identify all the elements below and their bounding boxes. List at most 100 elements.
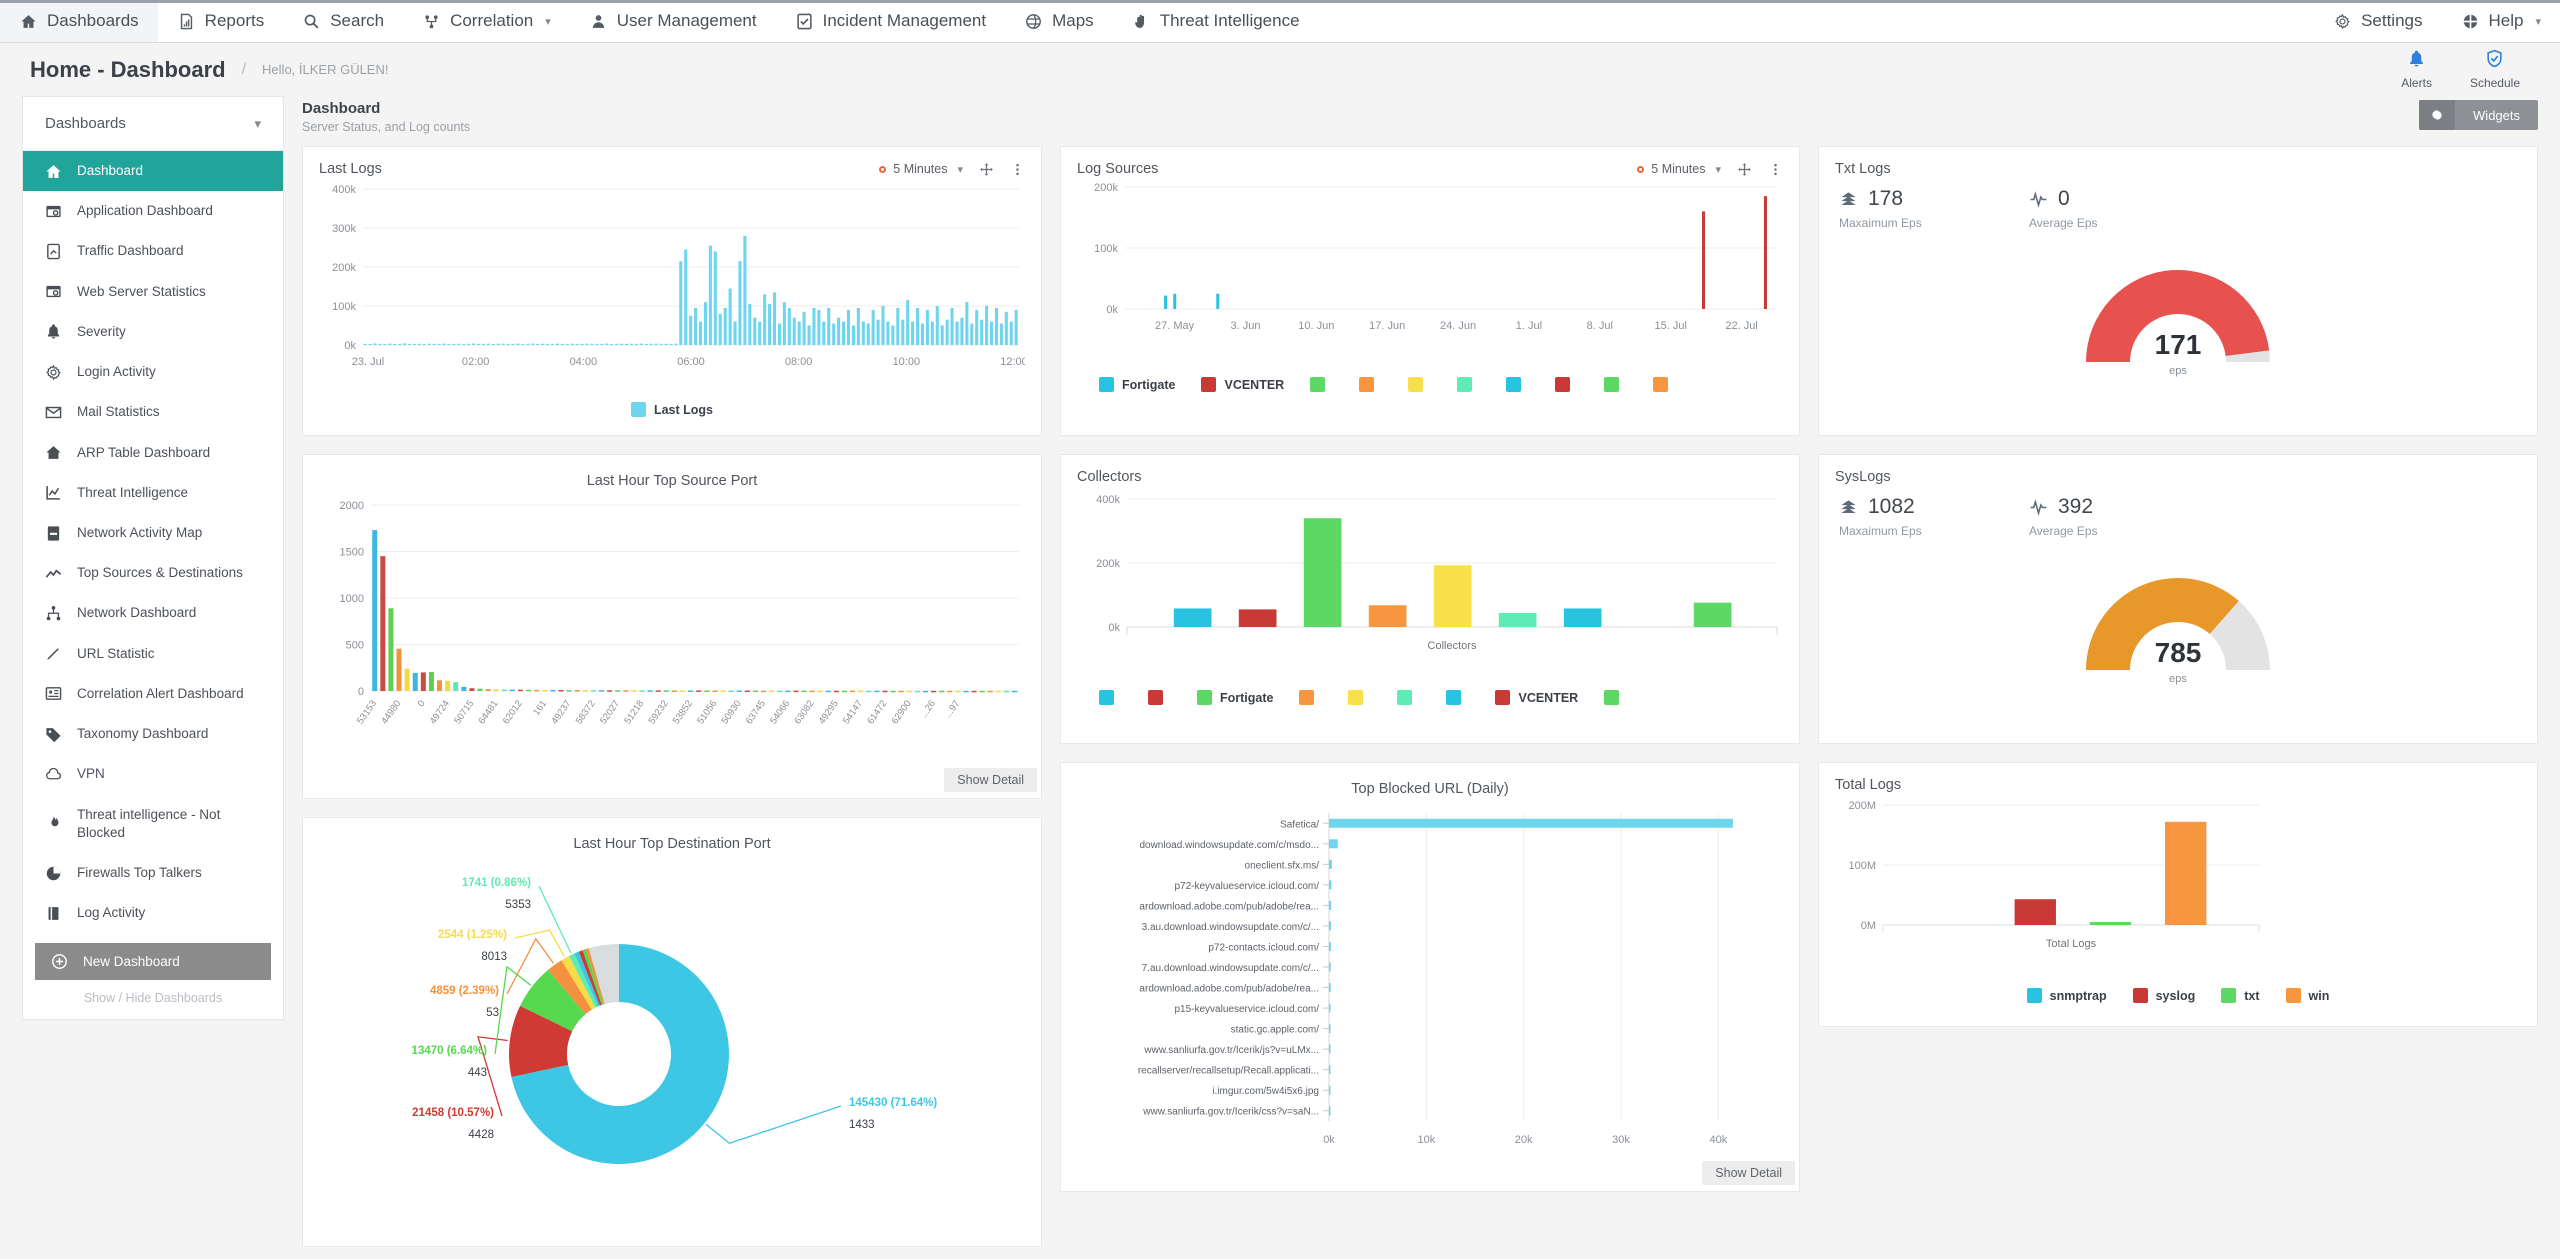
sidebar-item-threat-intelligence[interactable]: Threat Intelligence <box>23 473 283 513</box>
nav-item-reports[interactable]: Reports <box>158 0 284 42</box>
time-range-selector[interactable]: 5 Minutes ▾ <box>879 162 963 176</box>
sidebar-item-web-server-statistics[interactable]: Web Server Statistics <box>23 272 283 312</box>
widget-title: Collectors <box>1077 469 1142 485</box>
widget-grid: Last Logs 5 Minutes ▾ 0k 100k 200k 300k 400k… <box>302 146 2538 1247</box>
move-widget-icon[interactable] <box>1737 162 1752 177</box>
widget-menu-icon[interactable] <box>1010 162 1025 177</box>
sidebar-item-network-activity-map[interactable]: Network Activity Map <box>23 513 283 553</box>
svg-text:54066: 54066 <box>768 698 792 726</box>
time-range-label: 5 Minutes <box>893 162 948 176</box>
alerts-button[interactable]: Alerts <box>2401 49 2432 90</box>
widget-title: SysLogs <box>1835 469 1891 485</box>
svg-text:04:00: 04:00 <box>570 356 598 368</box>
legend-item[interactable] <box>1148 690 1171 705</box>
fire-icon <box>43 815 63 832</box>
sidebar-header[interactable]: Dashboards ▾ <box>23 97 283 151</box>
legend-item[interactable] <box>1299 690 1322 705</box>
widget-column-right: Txt Logs 178 Maxaimum Eps 0 Average Eps … <box>1818 146 2538 1247</box>
legend-item[interactable]: VCENTER <box>1495 690 1578 705</box>
main-content: Dashboard Server Status, and Log counts … <box>302 96 2538 1259</box>
sidebar-item-threat-intelligence-not-blocked[interactable]: Threat intelligence - Not Blocked <box>23 795 283 853</box>
legend-item[interactable] <box>1348 690 1371 705</box>
legend-item[interactable] <box>1604 690 1627 705</box>
sidebar-item-login-activity[interactable]: Login Activity <box>23 352 283 392</box>
nav-item-incident-management[interactable]: Incident Management <box>776 0 1006 42</box>
nav-label: Search <box>330 11 385 30</box>
doc-icon <box>43 525 63 542</box>
legend-item[interactable]: syslog <box>2132 988 2195 1003</box>
legend-item[interactable]: txt <box>2221 988 2260 1003</box>
help-icon <box>2461 12 2480 31</box>
nav-item-threat-intelligence[interactable]: Threat Intelligence <box>1113 0 1319 42</box>
max-eps-icon <box>1839 190 1858 209</box>
nav-item-user-management[interactable]: User Management <box>570 0 776 42</box>
show-hide-dashboards-link[interactable]: Show / Hide Dashboards <box>23 986 283 1019</box>
widget-menu-icon[interactable] <box>1768 162 1783 177</box>
legend-item[interactable]: Fortigate <box>1099 377 1175 392</box>
legend-swatch <box>2132 988 2148 1003</box>
nav-label: Threat Intelligence <box>1159 11 1300 30</box>
schedule-button[interactable]: Schedule <box>2470 49 2520 90</box>
home-icon <box>19 12 38 31</box>
pen-icon <box>43 645 63 662</box>
chevron-down-icon[interactable]: ▾ <box>254 116 261 132</box>
svg-text:30k: 30k <box>1612 1134 1630 1146</box>
widgets-button[interactable]: Widgets <box>2419 100 2538 130</box>
nav-item-help[interactable]: Help ▾ <box>2442 0 2560 42</box>
new-dashboard-button[interactable]: New Dashboard <box>35 943 271 981</box>
legend-item[interactable]: win <box>2285 988 2329 1003</box>
sidebar-item-top-sources-destinations[interactable]: Top Sources & Destinations <box>23 553 283 593</box>
nav-item-settings[interactable]: Settings <box>2314 0 2441 42</box>
legend-item[interactable] <box>1310 377 1333 392</box>
legend-item[interactable] <box>1397 690 1420 705</box>
sidebar-item-url-statistic[interactable]: URL Statistic <box>23 634 283 674</box>
sidebar-item-mail-statistics[interactable]: Mail Statistics <box>23 392 283 432</box>
nav-item-correlation[interactable]: Correlation ▾ <box>403 0 570 42</box>
legend-item[interactable]: VCENTER <box>1201 377 1284 392</box>
legend-item[interactable] <box>1653 377 1676 392</box>
sidebar-item-taxonomy-dashboard[interactable]: Taxonomy Dashboard <box>23 714 283 754</box>
legend-item[interactable] <box>1359 377 1382 392</box>
svg-text:0k: 0k <box>1106 304 1118 316</box>
nav-item-dashboards[interactable]: Dashboards <box>0 0 158 42</box>
legend-item[interactable] <box>1506 377 1529 392</box>
time-range-selector[interactable]: 5 Minutes ▾ <box>1637 162 1721 176</box>
move-widget-icon[interactable] <box>979 162 994 177</box>
chart-log-sources: 0k 100k 200k 27. May 3. Jun 10. Jun 17. Jun 24.… <box>1094 182 1777 332</box>
sidebar-header-label: Dashboards <box>45 115 126 132</box>
widget-controls: 5 Minutes ▾ <box>879 162 1025 177</box>
sidebar-item-firewalls-top-talkers[interactable]: Firewalls Top Talkers <box>23 853 283 893</box>
sidebar-item-vpn[interactable]: VPN <box>23 754 283 794</box>
svg-text:62900: 62900 <box>890 698 914 726</box>
svg-text:59232: 59232 <box>647 698 671 726</box>
svg-text:51056: 51056 <box>695 698 719 726</box>
sidebar-item-dashboard[interactable]: Dashboard <box>23 151 283 192</box>
legend-item[interactable] <box>1446 690 1469 705</box>
legend-item[interactable]: Fortigate <box>1197 690 1273 705</box>
sidebar-item-log-activity[interactable]: Log Activity <box>23 893 283 933</box>
max-eps-value: 178 <box>1868 187 1904 210</box>
sidebar-item-network-dashboard[interactable]: Network Dashboard <box>23 593 283 633</box>
sidebar-item-severity[interactable]: Severity <box>23 312 283 352</box>
sidebar-item-traffic-dashboard[interactable]: Traffic Dashboard <box>23 231 283 271</box>
legend-item[interactable] <box>1408 377 1431 392</box>
sidebar-item-correlation-alert-dashboard[interactable]: Correlation Alert Dashboard <box>23 674 283 714</box>
legend-item[interactable] <box>1099 690 1122 705</box>
status-dot-icon <box>1637 165 1645 173</box>
legend-item[interactable] <box>1555 377 1578 392</box>
show-detail-button[interactable]: Show Detail <box>944 768 1037 792</box>
tag-icon <box>43 726 63 743</box>
bell-icon <box>2407 49 2426 73</box>
nav-item-maps[interactable]: Maps <box>1005 0 1113 42</box>
show-detail-button[interactable]: Show Detail <box>1702 1161 1795 1185</box>
sidebar-item-arp-table-dashboard[interactable]: ARP Table Dashboard <box>23 433 283 473</box>
legend-item[interactable] <box>1457 377 1480 392</box>
svg-text:02:00: 02:00 <box>462 356 490 368</box>
legend-item[interactable]: snmptrap <box>2026 988 2107 1003</box>
legend-item[interactable]: Last Logs <box>630 402 713 417</box>
nav-item-search[interactable]: Search <box>283 0 403 42</box>
sidebar-item-application-dashboard[interactable]: Application Dashboard <box>23 191 283 231</box>
legend-swatch <box>1446 690 1462 705</box>
legend-swatch <box>1348 690 1364 705</box>
legend-item[interactable] <box>1604 377 1627 392</box>
